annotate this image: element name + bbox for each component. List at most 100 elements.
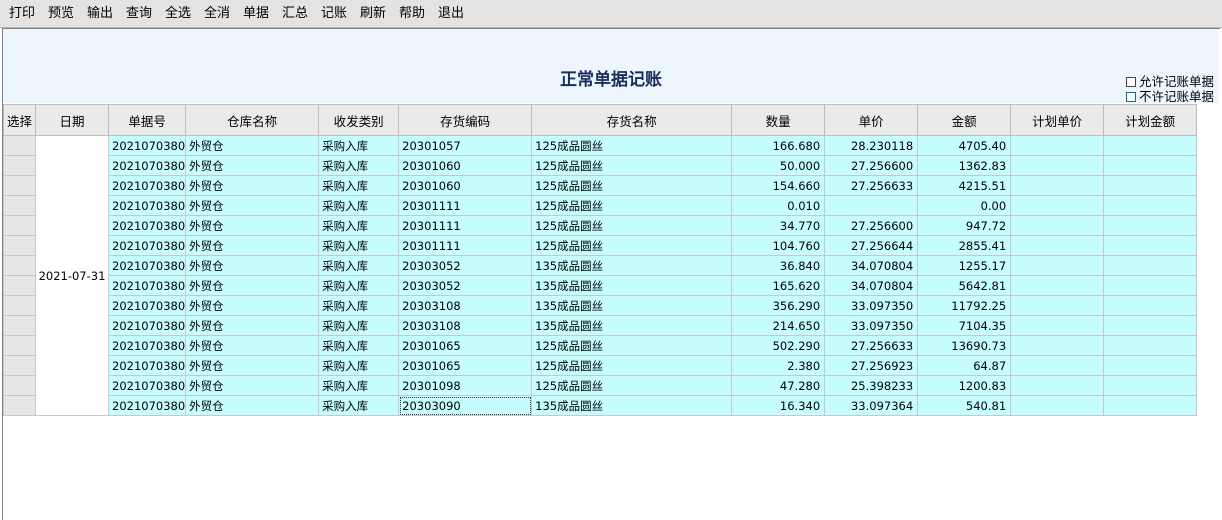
cell-unit-price[interactable]: 27.256923 <box>824 355 919 376</box>
table-row[interactable]: 2021070380 外贸仓 采购入库 20301060 125成品圆丝 50.000 27… <box>3 155 1198 176</box>
cell-io-type[interactable]: 采购入库 <box>318 335 400 356</box>
table-row[interactable]: 2021070380 外贸仓 采购入库 20301098 125成品圆丝 47.280 25… <box>3 375 1198 396</box>
cell-io-type[interactable]: 采购入库 <box>318 355 400 376</box>
cell-warehouse[interactable]: 外贸仓 <box>185 375 320 396</box>
cell-io-type[interactable]: 采购入库 <box>318 235 400 256</box>
cell-item-name[interactable]: 135成品圆丝 <box>531 275 733 296</box>
exit-button[interactable]: 退出 <box>435 4 467 24</box>
cell-warehouse[interactable]: 外贸仓 <box>185 195 320 216</box>
cell-amount[interactable]: 11792.25 <box>917 295 1012 316</box>
cell-plan-amount[interactable] <box>1103 295 1198 316</box>
col-date[interactable]: 日期 <box>35 104 109 136</box>
table-row[interactable]: 2021070380 外贸仓 采购入库 20301111 125成品圆丝 34.770 27… <box>3 215 1198 236</box>
col-select[interactable]: 选择 <box>3 104 36 136</box>
cell-item-code[interactable]: 20301111 <box>398 235 533 256</box>
row-select-cell[interactable] <box>3 195 36 216</box>
cell-item-name[interactable]: 125成品圆丝 <box>531 375 733 396</box>
cell-plan-price[interactable] <box>1010 375 1105 396</box>
cell-io-type[interactable]: 采购入库 <box>318 155 400 176</box>
query-button[interactable]: 查询 <box>123 4 155 24</box>
cell-plan-amount[interactable] <box>1103 355 1198 376</box>
cell-amount[interactable]: 947.72 <box>917 215 1012 236</box>
post-button[interactable]: 记账 <box>318 4 350 24</box>
cell-item-name[interactable]: 125成品圆丝 <box>531 335 733 356</box>
cell-doc-no[interactable]: 2021070380 <box>107 375 187 396</box>
cell-io-type[interactable]: 采购入库 <box>318 175 400 196</box>
cell-plan-amount[interactable] <box>1103 195 1198 216</box>
col-item-name[interactable]: 存货名称 <box>531 104 733 136</box>
cell-io-type[interactable]: 采购入库 <box>318 395 400 416</box>
cell-plan-price[interactable] <box>1010 315 1105 336</box>
cell-io-type[interactable]: 采购入库 <box>318 255 400 276</box>
cell-quantity[interactable]: 0.010 <box>731 195 826 216</box>
cell-unit-price[interactable]: 34.070804 <box>824 255 919 276</box>
row-select-cell[interactable] <box>3 255 36 276</box>
cell-plan-price[interactable] <box>1010 195 1105 216</box>
cell-item-code[interactable]: 20303108 <box>398 315 533 336</box>
cell-amount[interactable]: 4215.51 <box>917 175 1012 196</box>
cell-unit-price[interactable]: 27.256633 <box>824 175 919 196</box>
cell-plan-amount[interactable] <box>1103 135 1198 156</box>
cell-quantity[interactable]: 47.280 <box>731 375 826 396</box>
export-button[interactable]: 输出 <box>84 4 116 24</box>
cell-unit-price[interactable]: 27.256633 <box>824 335 919 356</box>
col-unit-price[interactable]: 单价 <box>824 104 919 136</box>
row-select-cell[interactable] <box>3 315 36 336</box>
table-row[interactable]: 2021-07-31 2021070380 外贸仓 采购入库 20301057 125成品… <box>3 135 1198 416</box>
cell-doc-no[interactable]: 2021070380 <box>107 335 187 356</box>
cell-item-code[interactable]: 20301098 <box>398 375 533 396</box>
cell-warehouse[interactable]: 外贸仓 <box>185 295 320 316</box>
preview-button[interactable]: 预览 <box>45 4 77 24</box>
cell-quantity[interactable]: 50.000 <box>731 155 826 176</box>
cell-doc-no[interactable]: 2021070380 <box>107 295 187 316</box>
cell-item-code[interactable]: 20301065 <box>398 355 533 376</box>
cell-plan-amount[interactable] <box>1103 255 1198 276</box>
table-row[interactable]: 2021070380 外贸仓 采购入库 20303052 135成品圆丝 165.620 3… <box>3 275 1198 296</box>
col-warehouse[interactable]: 仓库名称 <box>185 104 320 136</box>
cell-doc-no[interactable]: 2021070380 <box>107 215 187 236</box>
cell-plan-amount[interactable] <box>1103 215 1198 236</box>
cell-doc-no[interactable]: 2021070380 <box>107 235 187 256</box>
cell-plan-amount[interactable] <box>1103 155 1198 176</box>
cell-doc-no[interactable]: 2021070380 <box>107 175 187 196</box>
cell-item-code[interactable]: 20301111 <box>398 215 533 236</box>
col-doc-no[interactable]: 单据号 <box>107 104 187 136</box>
document-button[interactable]: 单据 <box>240 4 272 24</box>
cell-warehouse[interactable]: 外贸仓 <box>185 155 320 176</box>
row-select-cell[interactable] <box>3 275 36 296</box>
cell-plan-amount[interactable] <box>1103 395 1198 416</box>
row-select-cell[interactable] <box>3 335 36 356</box>
cell-item-name[interactable]: 125成品圆丝 <box>531 235 733 256</box>
cell-plan-price[interactable] <box>1010 175 1105 196</box>
cell-plan-amount[interactable] <box>1103 275 1198 296</box>
cell-amount[interactable]: 7104.35 <box>917 315 1012 336</box>
table-row[interactable]: 2021070380 外贸仓 采购入库 20303108 135成品圆丝 356.290 3… <box>3 295 1198 316</box>
cell-io-type[interactable]: 采购入库 <box>318 295 400 316</box>
cell-warehouse[interactable]: 外贸仓 <box>185 255 320 276</box>
row-select-cell[interactable] <box>3 395 36 416</box>
cell-plan-amount[interactable] <box>1103 175 1198 196</box>
cell-plan-price[interactable] <box>1010 255 1105 276</box>
cell-unit-price[interactable]: 27.256600 <box>824 215 919 236</box>
cell-item-code[interactable]: 20303090 <box>398 395 533 416</box>
cell-item-name[interactable]: 135成品圆丝 <box>531 255 733 276</box>
cell-item-code[interactable]: 20301060 <box>398 155 533 176</box>
cell-quantity[interactable]: 166.680 <box>731 135 826 156</box>
row-select-cell[interactable] <box>3 295 36 316</box>
cell-unit-price[interactable] <box>824 195 919 216</box>
row-select-cell[interactable] <box>3 135 36 156</box>
cell-item-name[interactable]: 125成品圆丝 <box>531 175 733 196</box>
cell-amount[interactable]: 1255.17 <box>917 255 1012 276</box>
cell-unit-price[interactable]: 33.097350 <box>824 295 919 316</box>
cell-warehouse[interactable]: 外贸仓 <box>185 175 320 196</box>
row-select-cell[interactable] <box>3 355 36 376</box>
cell-plan-price[interactable] <box>1010 135 1105 156</box>
col-plan-amount[interactable]: 计划金额 <box>1103 104 1198 136</box>
col-io-type[interactable]: 收发类别 <box>318 104 400 136</box>
help-button[interactable]: 帮助 <box>396 4 428 24</box>
cell-warehouse[interactable]: 外贸仓 <box>185 135 320 156</box>
table-row[interactable]: 2021070380 外贸仓 采购入库 20303108 135成品圆丝 214.650 3… <box>3 315 1198 336</box>
cell-io-type[interactable]: 采购入库 <box>318 375 400 396</box>
cell-item-code[interactable]: 20303052 <box>398 255 533 276</box>
cell-quantity[interactable]: 34.770 <box>731 215 826 236</box>
